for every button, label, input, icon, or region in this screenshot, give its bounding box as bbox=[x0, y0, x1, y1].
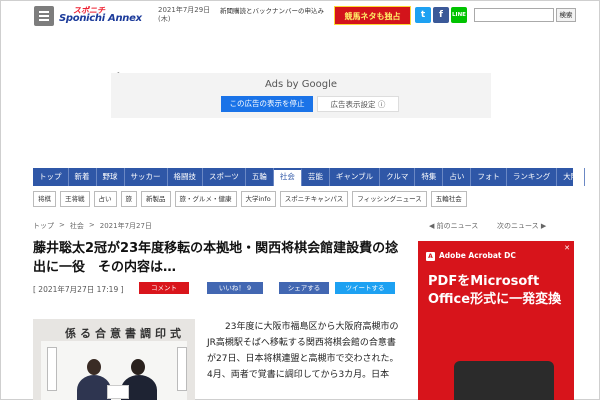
sub-nav-item[interactable]: 五輪社会 bbox=[430, 191, 467, 207]
facebook-like-button[interactable]: いいね！ 9 bbox=[207, 282, 263, 294]
site-header: スポニチ Sponichi Annex 2021年7月29日(木) 新聞購読とバ… bbox=[1, 1, 599, 31]
nav-item[interactable]: ランキング bbox=[507, 168, 558, 186]
google-ad: Ads by Google この広告の表示を停止 広告表示設定 ⓘ bbox=[111, 73, 491, 118]
ad-headline: PDFをMicrosoft Office形式に一発変換 bbox=[428, 274, 562, 307]
site-logo[interactable]: スポニチ Sponichi Annex bbox=[59, 6, 149, 26]
news-ticker[interactable]: 新聞購読とバックナンバーの申込み bbox=[220, 7, 330, 16]
nav-item[interactable]: 占い bbox=[443, 168, 472, 186]
person-2-head bbox=[131, 359, 145, 375]
nav-item[interactable]: 芸能 bbox=[302, 168, 330, 186]
breadcrumb: トップ > 社会 >2021年7月27日 bbox=[33, 221, 152, 231]
ad-brand: A Adobe Acrobat DC bbox=[426, 251, 516, 261]
sub-nav-item[interactable]: 旅 bbox=[120, 191, 137, 207]
sub-nav-item[interactable]: フィッシングニュース bbox=[352, 191, 427, 207]
breadcrumb-item[interactable]: トップ bbox=[33, 221, 54, 231]
sub-nav: 将棋 王将戦 占い旅新製品 旅・グルメ・健康 大学info スポニチキャンパス フィッシング… bbox=[33, 191, 573, 207]
photo-sign-left bbox=[47, 347, 57, 391]
breadcrumb-item[interactable]: 2021年7月27日 bbox=[100, 221, 152, 231]
article-title: 藤井聡太2冠が23年度移転の本拠地・関西将棋会館建設費の捻出に一役 その内容は… bbox=[33, 241, 399, 275]
photo-sign-right bbox=[177, 347, 187, 391]
main-nav: トップ 新着 野球 サッカー 格闘技 スポーツ 五輪 社会 芸能 ギャンブル クルマ 特集 占い フォトラ… bbox=[33, 168, 586, 186]
sub-nav-item[interactable]: 王将戦 bbox=[60, 191, 90, 207]
prev-news-link[interactable]: ◀ 前のニュース bbox=[429, 221, 478, 231]
facebook-icon[interactable]: f bbox=[433, 7, 449, 23]
facebook-share-button[interactable]: シェアする bbox=[279, 282, 329, 294]
sub-nav-item[interactable]: 新製品 bbox=[141, 191, 171, 207]
close-icon[interactable]: ✕ bbox=[564, 244, 570, 252]
nav-item[interactable]: 格闘技 bbox=[168, 168, 203, 186]
person-1-head bbox=[87, 359, 101, 375]
person-1-body bbox=[77, 375, 111, 400]
hamburger-menu-icon[interactable] bbox=[34, 6, 54, 26]
nav-item[interactable]: 社会 bbox=[273, 168, 302, 186]
nav-item[interactable]: 大阪 bbox=[557, 168, 586, 186]
nav-item[interactable]: 新着 bbox=[69, 168, 97, 186]
ad-device-image bbox=[454, 361, 554, 400]
search-button[interactable]: 検索 bbox=[556, 8, 576, 22]
photo-banner-text: 係る合意書調印式 bbox=[65, 327, 185, 340]
adobe-logo-icon: A bbox=[426, 251, 435, 261]
article-photo[interactable]: 係る合意書調印式 bbox=[33, 319, 195, 400]
agreement-document bbox=[107, 385, 129, 399]
breadcrumb-separator: > bbox=[59, 221, 65, 229]
promo-banner[interactable]: 競馬ネタも独占 bbox=[334, 6, 411, 25]
twitter-icon[interactable]: t bbox=[415, 7, 431, 23]
nav-item[interactable]: 野球 bbox=[97, 168, 125, 186]
nav-item[interactable]: フォト bbox=[471, 168, 507, 186]
article-body: 23年度に大阪市福島区から大阪府高槻市のJR高槻駅そばへ移転する関西将棋会館の合… bbox=[207, 322, 399, 380]
header-date: 2021年7月29日(木) bbox=[158, 6, 211, 23]
logo-main-text: Sponichi Annex bbox=[59, 13, 142, 24]
breadcrumb-item[interactable]: 社会 bbox=[70, 221, 84, 231]
nav-item[interactable]: トップ bbox=[33, 168, 69, 186]
next-news-link[interactable]: 次のニュース ▶ bbox=[497, 221, 546, 231]
ad-settings-button[interactable]: 広告表示設定 ⓘ bbox=[317, 96, 399, 112]
side-advertisement[interactable]: ✕ A Adobe Acrobat DC PDFをMicrosoft Office… bbox=[418, 241, 574, 400]
nav-item[interactable]: サッカー bbox=[125, 168, 168, 186]
nav-item[interactable]: 五輪 bbox=[246, 168, 274, 186]
sub-nav-item[interactable]: 占い bbox=[93, 191, 117, 207]
article-date: [ 2021年7月27日 17:19 ] bbox=[33, 285, 124, 294]
nav-item[interactable]: スポーツ bbox=[203, 168, 246, 186]
comment-button[interactable]: コメント bbox=[139, 282, 189, 294]
nav-item[interactable]: ギャンブル bbox=[330, 168, 381, 186]
breadcrumb-separator: > bbox=[88, 221, 95, 229]
ads-by-google: Ads by Google bbox=[264, 79, 338, 90]
sub-nav-item[interactable]: 将棋 bbox=[33, 191, 56, 207]
tweet-button[interactable]: ツイートする bbox=[335, 282, 395, 294]
nav-item[interactable]: クルマ bbox=[380, 168, 416, 186]
sub-nav-item[interactable]: スポニチキャンパス bbox=[279, 191, 349, 207]
nav-item[interactable]: 特集 bbox=[415, 168, 444, 186]
sub-nav-item[interactable]: 大学info bbox=[240, 191, 276, 207]
ad-brand-label: Adobe Acrobat DC bbox=[439, 251, 516, 260]
sub-nav-item[interactable]: 旅・グルメ・健康 bbox=[174, 191, 237, 207]
search-input[interactable] bbox=[474, 8, 554, 22]
stop-ad-button[interactable]: この広告の表示を停止 bbox=[221, 96, 313, 112]
line-icon[interactable]: LINE bbox=[451, 7, 467, 23]
